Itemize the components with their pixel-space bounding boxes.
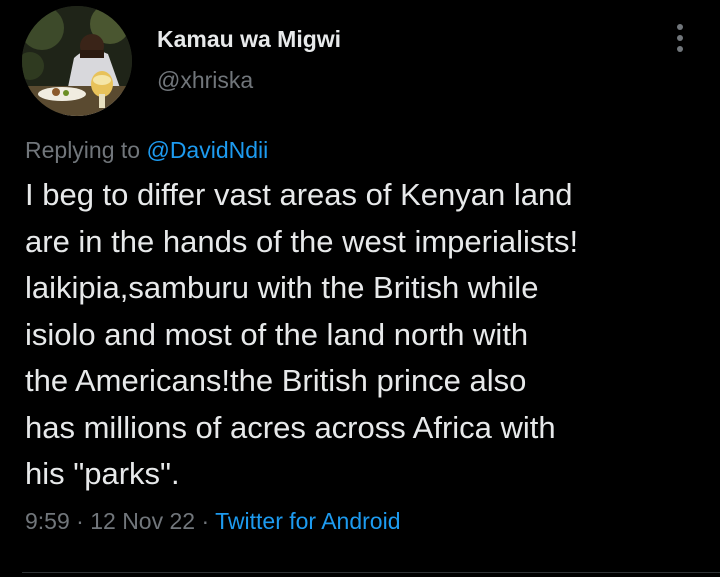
meta-separator: ·	[76, 508, 84, 534]
replying-to: Replying to @DavidNdii	[25, 137, 268, 164]
tweet-text-line: his "parks".	[25, 456, 180, 491]
tweet-text-line: has millions of acres across Africa with	[25, 409, 556, 445]
tweet-text-line: I beg to differ vast areas of Kenyan lan…	[25, 177, 573, 212]
tweet-text-line: laikipia,samburu with the British while	[25, 270, 539, 305]
tweet-text-line: isiolo and most of the land north with	[25, 316, 529, 352]
divider	[22, 572, 720, 573]
replying-to-label: Replying to	[25, 137, 147, 163]
more-vertical-icon[interactable]	[668, 22, 692, 54]
tweet-time[interactable]: 9:59	[25, 508, 70, 534]
mention-link[interactable]: @DavidNdii	[146, 137, 268, 163]
tweet-text-line: the Americans!the British prince also	[25, 363, 527, 398]
tweet-source-link[interactable]: Twitter for Android	[215, 508, 400, 534]
tweet: Kamau wa Migwi @xhriska Replying to @Dav…	[0, 0, 720, 577]
avatar[interactable]	[22, 6, 132, 116]
display-name[interactable]: Kamau wa Migwi	[157, 26, 341, 53]
tweet-date[interactable]: 12 Nov 22	[90, 508, 195, 534]
tweet-text-line: are in the hands of the west imperialist…	[25, 223, 579, 259]
user-handle[interactable]: @xhriska	[157, 67, 253, 94]
meta-separator: ·	[201, 508, 210, 534]
avatar-photo	[22, 6, 132, 116]
tweet-meta: 9:59 · 12 Nov 22 · Twitter for Android	[25, 508, 400, 535]
tweet-text: I beg to differ vast areas of Kenyan lan…	[25, 172, 705, 498]
